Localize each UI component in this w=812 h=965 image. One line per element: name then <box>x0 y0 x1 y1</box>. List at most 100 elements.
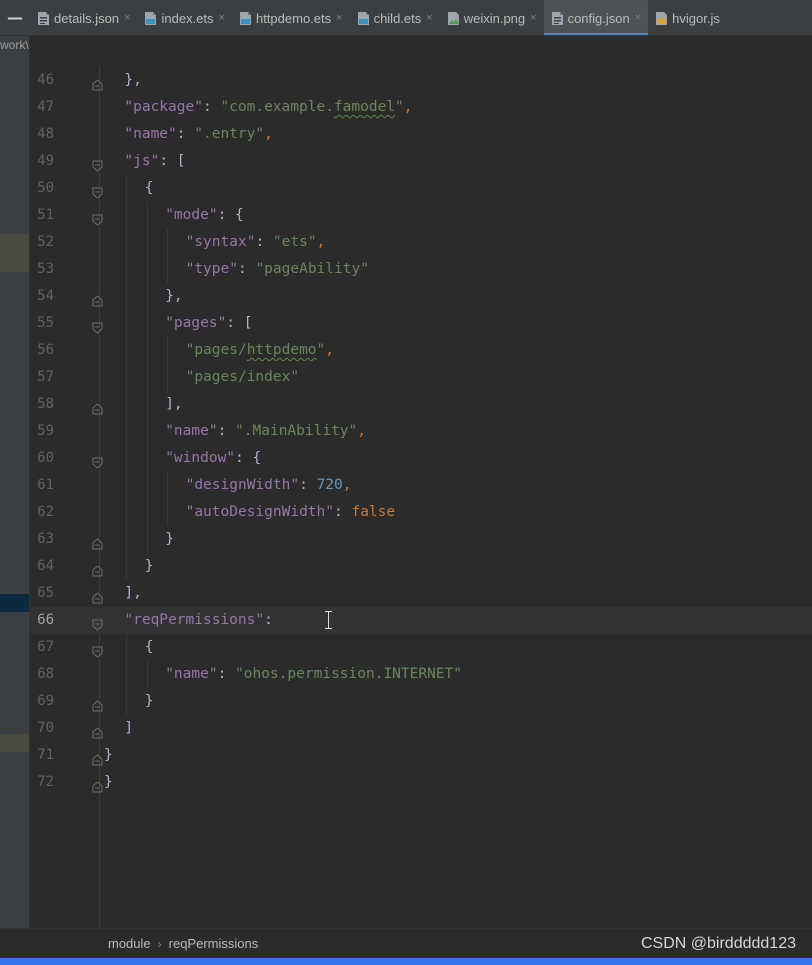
tab-label: child.ets <box>373 10 422 26</box>
code-line[interactable]: 69} <box>30 688 812 715</box>
ets-file-icon <box>239 11 252 26</box>
code-line[interactable]: 70] <box>30 715 812 742</box>
code-text: ], <box>165 391 182 418</box>
code-line[interactable]: 55 "pages": [ <box>30 310 812 337</box>
code-token: } <box>104 774 113 790</box>
fold-collapse-icon[interactable] <box>92 317 103 334</box>
fold-end-icon[interactable] <box>92 533 103 550</box>
code-line[interactable]: 57 "pages/index" <box>30 364 812 391</box>
hide-panel-icon[interactable]: — <box>0 0 30 35</box>
code-text: "autoDesignWidth": false <box>186 499 396 526</box>
indent-guide <box>146 661 148 688</box>
fold-collapse-icon[interactable] <box>92 452 103 469</box>
fold-collapse-icon[interactable] <box>92 614 103 631</box>
code-line[interactable]: 71} <box>30 742 812 769</box>
code-token: [ <box>243 315 253 331</box>
spell-check-token: httpdemo <box>246 342 317 358</box>
indent-guide <box>126 283 128 310</box>
code-line[interactable]: 56 "pages/httpdemo", <box>30 337 812 364</box>
close-tab-icon[interactable]: × <box>635 12 641 24</box>
code-line[interactable]: 65], <box>30 580 812 607</box>
code-line[interactable]: 48 "name": ".entry", <box>30 121 812 148</box>
code-line[interactable]: 59 "name": ".MainAbility", <box>30 418 812 445</box>
indent-guide <box>126 337 128 364</box>
code-token: , <box>316 234 326 250</box>
code-line[interactable]: 61 "designWidth": 720, <box>30 472 812 499</box>
code-line[interactable]: 53 "type": "pageAbility" <box>30 256 812 283</box>
code-token: ], <box>165 396 183 412</box>
ets-file-icon <box>144 11 157 26</box>
code-line[interactable]: 52 "syntax": "ets", <box>30 229 812 256</box>
tab-weixin-png[interactable]: weixin.png × <box>440 0 544 35</box>
code-token: ] <box>124 720 134 736</box>
tab-label: hvigor.js <box>672 10 720 26</box>
indent-guide <box>126 499 128 526</box>
line-number: 65 <box>37 585 54 601</box>
code-token: "com.example. <box>220 99 334 115</box>
close-tab-icon[interactable]: × <box>124 12 130 24</box>
code-line[interactable]: 58], <box>30 391 812 418</box>
code-line[interactable]: 62 "autoDesignWidth": false <box>30 499 812 526</box>
code-token: } <box>144 558 154 574</box>
breadcrumb-item-reqpermissions[interactable]: reqPermissions <box>169 936 259 951</box>
tab-httpdemo-ets[interactable]: httpdemo.ets × <box>232 0 350 35</box>
code-line[interactable]: 67 { <box>30 634 812 661</box>
tab-child-ets[interactable]: child.ets × <box>350 0 440 35</box>
fold-collapse-icon[interactable] <box>92 209 103 226</box>
fold-end-icon[interactable] <box>92 695 103 712</box>
fold-collapse-icon[interactable] <box>92 182 103 199</box>
line-number: 61 <box>37 477 54 493</box>
code-token: ".entry" <box>194 126 265 142</box>
code-line[interactable]: 68 "name": "ohos.permission.INTERNET" <box>30 661 812 688</box>
tab-hvigor-js[interactable]: hvigor.js <box>648 0 727 35</box>
line-number: 64 <box>37 558 54 574</box>
fold-end-icon[interactable] <box>92 290 103 307</box>
code-token: { <box>235 207 244 223</box>
code-token: } <box>165 531 174 547</box>
indent-guide <box>146 310 148 337</box>
code-text: "package": "com.example.famodel", <box>124 94 412 121</box>
code-token: : <box>202 99 221 115</box>
indent-guide <box>126 364 128 391</box>
code-line[interactable]: 49 "js": [ <box>30 148 812 175</box>
close-tab-icon[interactable]: × <box>336 12 342 24</box>
code-line[interactable]: 47 "package": "com.example.famodel", <box>30 94 812 121</box>
code-token: "js" <box>124 153 160 169</box>
code-line[interactable]: 60 "window": { <box>30 445 812 472</box>
code-line[interactable]: 66 "reqPermissions": <box>30 607 812 634</box>
code-line[interactable]: 50 { <box>30 175 812 202</box>
tab-config-json[interactable]: config.json × <box>543 0 649 35</box>
fold-collapse-icon[interactable] <box>92 641 103 658</box>
fold-collapse-icon[interactable] <box>92 155 103 172</box>
tab-index-ets[interactable]: index.ets × <box>137 0 231 35</box>
code-editor[interactable]: 46}, 47 "package": "com.example.famodel", 4… <box>30 66 812 928</box>
fold-end-icon[interactable] <box>92 776 103 793</box>
close-tab-icon[interactable]: × <box>426 12 432 24</box>
code-token: "package" <box>124 99 203 115</box>
code-token: ".MainAbility" <box>235 423 358 439</box>
fold-end-icon[interactable] <box>92 722 103 739</box>
code-line[interactable]: 64} <box>30 553 812 580</box>
fold-end-icon[interactable] <box>92 749 103 766</box>
tab-list: details.json × index.ets × httpdemo.ets × chil… <box>30 0 727 35</box>
breadcrumb-item-module[interactable]: module <box>108 936 151 951</box>
fold-end-icon[interactable] <box>92 587 103 604</box>
code-line[interactable]: 51 "mode": { <box>30 202 812 229</box>
code-line[interactable]: 63} <box>30 526 812 553</box>
line-number: 71 <box>37 747 54 763</box>
indent-guide <box>126 526 128 553</box>
indent-guide <box>167 229 169 256</box>
code-text: } <box>145 688 154 715</box>
code-line[interactable]: 54}, <box>30 283 812 310</box>
indent-guide <box>146 526 148 553</box>
line-number: 62 <box>37 504 54 520</box>
code-line[interactable]: 72} <box>30 769 812 796</box>
close-tab-icon[interactable]: × <box>219 12 225 24</box>
code-text: "pages/httpdemo", <box>186 337 334 364</box>
fold-end-icon[interactable] <box>92 74 103 91</box>
close-tab-icon[interactable]: × <box>530 12 536 24</box>
fold-end-icon[interactable] <box>92 560 103 577</box>
tab-details-json[interactable]: details.json × <box>30 0 137 35</box>
code-line[interactable]: 46}, <box>30 67 812 94</box>
fold-end-icon[interactable] <box>92 398 103 415</box>
